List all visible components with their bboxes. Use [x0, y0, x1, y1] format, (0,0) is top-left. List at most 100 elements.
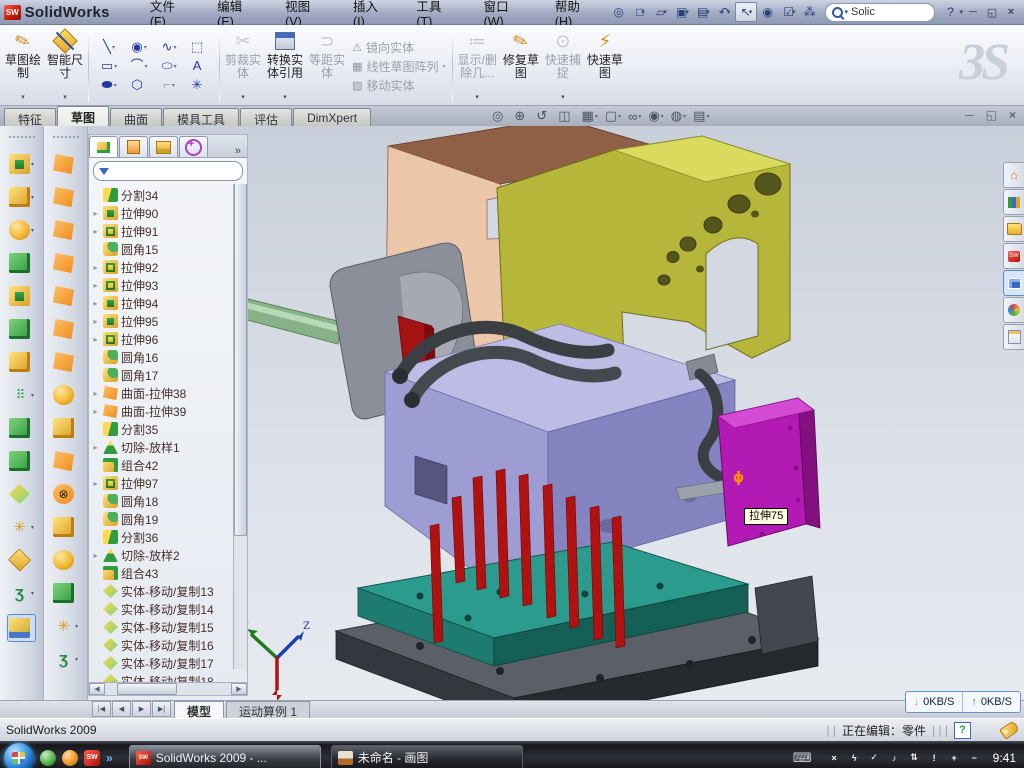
design-library-icon[interactable]	[1003, 189, 1024, 215]
tree-item[interactable]: ▸ 圆角19	[91, 510, 247, 528]
update-tray-icon[interactable]: ✓	[867, 750, 882, 765]
draft-icon[interactable]: ▾	[9, 350, 34, 374]
annotation-icon[interactable]: ▤▾	[693, 108, 709, 124]
hide-show-items-icon[interactable]: ∞▾	[628, 109, 641, 124]
volume-tray-icon[interactable]: ♪	[887, 750, 902, 765]
tree-item[interactable]: ▸ 拉伸95	[91, 312, 247, 330]
ellipse-tool[interactable]: ⬭▾	[154, 57, 184, 76]
polygon-tool[interactable]: ⬡▾	[124, 76, 154, 95]
fillet-tool[interactable]: ⌐▾	[154, 76, 184, 95]
tree-item[interactable]: ▸ 圆角18	[91, 492, 247, 510]
tree-filter-box[interactable]	[93, 161, 243, 181]
text-tool[interactable]: A▾	[184, 57, 214, 76]
tree-item[interactable]: ▸ 实体-移动/复制15	[91, 618, 247, 636]
select-icon[interactable]: ↖▾	[735, 2, 757, 22]
tab-surfaces[interactable]: 曲面	[110, 108, 162, 126]
tab-sketch[interactable]: 草图	[57, 106, 109, 126]
tab-nav-button[interactable]: ▶|	[152, 701, 171, 717]
bend-icon[interactable]: ▾	[53, 449, 78, 473]
instant3d-icon[interactable]: ▾	[9, 548, 34, 572]
keyboard-tray-icon[interactable]: ⌨	[793, 750, 812, 766]
offset-entities-button[interactable]: ⊃ 等距实 体	[306, 27, 348, 105]
network-tray-icon[interactable]: −	[967, 750, 982, 765]
custom-properties-icon[interactable]	[1003, 324, 1024, 350]
delete-face-icon[interactable]: ⊗▾	[53, 482, 78, 506]
display-delete-relations-button[interactable]: ≔ 显示/删 除几... ▾	[455, 27, 500, 105]
start-button[interactable]	[4, 743, 34, 768]
trim-entities-button[interactable]: ✂ 剪裁实 体 ▾	[222, 27, 264, 105]
zoom-fit-icon[interactable]: ◎▾	[492, 108, 507, 124]
tree-item[interactable]: ▸ 拉伸91	[91, 222, 247, 240]
configurationmanager-tab[interactable]	[149, 136, 178, 157]
search-box[interactable]: ▾ Solic	[825, 3, 935, 22]
fillet-icon[interactable]: ▾	[9, 218, 34, 242]
tree-item[interactable]: ▸ 实体-移动/复制17	[91, 654, 247, 672]
security-center-tray-icon[interactable]: ×	[827, 750, 842, 765]
surface-curve-icon[interactable]: ʒ▾	[53, 647, 78, 671]
help-caret-icon[interactable]: ▾	[959, 8, 963, 16]
tree-item[interactable]: ▸ 拉伸90	[91, 204, 247, 222]
tree-item[interactable]: ▸ 拉伸93	[91, 276, 247, 294]
tab-features[interactable]: 特征	[4, 108, 56, 126]
tree-item[interactable]: ▸ 曲面-拉伸39	[91, 402, 247, 420]
move-copy-body-icon[interactable]: ▾	[9, 482, 34, 506]
selection-box-tool[interactable]: ⬚▾	[184, 38, 214, 57]
tree-item[interactable]: ▸ 拉伸97	[91, 474, 247, 492]
swept-surface-icon[interactable]: ▾	[53, 218, 78, 242]
point-tool[interactable]: ✳▾	[184, 76, 214, 95]
tree-item[interactable]: ▸ 切除-放样1	[91, 438, 247, 456]
quick-snaps-button[interactable]: ⊙ 快速捕 捉 ▾	[542, 27, 584, 105]
circle-tool[interactable]: ◉▾	[124, 38, 154, 57]
tree-horizontal-scrollbar[interactable]: ◀ ▶	[89, 682, 247, 695]
linear-pattern-icon[interactable]: ⠿▾	[9, 383, 34, 407]
move-entities-button[interactable]: ▧移动实体▾	[352, 77, 445, 94]
tags-icon[interactable]	[999, 720, 1020, 740]
tab-mold-tools[interactable]: 模具工具	[163, 108, 239, 126]
antivirus-tray-icon[interactable]: ϟ	[847, 750, 862, 765]
planar-surface-icon[interactable]: ▾	[53, 350, 78, 374]
tree-item[interactable]: ▸ 实体-移动/复制13	[91, 582, 247, 600]
taskbar-solidworks-button[interactable]: SWSolidWorks 2009 - ...	[129, 745, 321, 768]
tab-dimxpert[interactable]: DimXpert	[293, 108, 371, 126]
knit-surface-icon[interactable]: ▾	[53, 515, 78, 539]
undo-icon[interactable]: ↶▾	[714, 3, 734, 21]
filter-icon[interactable]: ⁂▾	[800, 3, 820, 21]
pin-icon[interactable]: ◎▾	[609, 3, 629, 21]
search-input[interactable]: Solic	[851, 6, 875, 18]
traffic-light-icon[interactable]: ◉▾	[758, 3, 778, 21]
repair-sketch-button[interactable]: ✎ 修复草 图	[500, 27, 542, 105]
tree-item[interactable]: ▸ 圆角15	[91, 240, 247, 258]
search-caret-icon[interactable]: ▾	[844, 8, 848, 16]
propertymanager-tab[interactable]	[119, 136, 148, 157]
extruded-cut-icon[interactable]: ▾	[9, 185, 34, 209]
mirror-entities-button[interactable]: ⚠镜向实体▾	[352, 39, 445, 56]
spline-tool[interactable]: ∿▾	[154, 38, 184, 57]
tree-item[interactable]: ▸ 实体-移动/复制16	[91, 636, 247, 654]
tree-item[interactable]: ▸ 曲面-拉伸38	[91, 384, 247, 402]
tree-item[interactable]: ▸ 分割36	[91, 528, 247, 546]
section-view-icon[interactable]: ◫▾	[558, 108, 574, 124]
tree-item[interactable]: ▸ 切除-放样2	[91, 546, 247, 564]
health-tray-icon[interactable]: +	[947, 750, 962, 765]
tab-model[interactable]: 模型	[174, 701, 224, 718]
messenger-quick-icon[interactable]	[40, 750, 56, 766]
media-quick-icon[interactable]	[62, 750, 78, 766]
tab-nav-button[interactable]: ◀	[112, 701, 131, 717]
tree-item[interactable]: ▸ 实体-移动/复制18	[91, 672, 247, 682]
line-tool[interactable]: ╲▾	[94, 38, 124, 57]
print-icon[interactable]: ▤▾	[693, 3, 713, 21]
arc-tool[interactable]: ⌒▾	[124, 57, 154, 76]
tree-item[interactable]: ▸ 拉伸92	[91, 258, 247, 276]
shell-icon[interactable]: ▾	[9, 317, 34, 341]
measure-icon[interactable]: ▾	[7, 614, 36, 642]
slot-tool[interactable]: ⬬▾	[94, 76, 124, 95]
linear-sketch-pattern-button[interactable]: ▦线性草图阵列▾	[352, 58, 445, 75]
revolved-surface-icon[interactable]: ▾	[53, 185, 78, 209]
options-checklist-icon[interactable]: ☑▾	[779, 3, 799, 21]
new-file-icon[interactable]: □▾	[630, 3, 650, 21]
rapid-sketch-button[interactable]: ⚡ 快速草 图	[584, 27, 626, 105]
view-orientation-icon[interactable]: ▢▾	[605, 108, 621, 124]
dome-icon[interactable]: ▾	[53, 581, 78, 605]
swept-boss-icon[interactable]: ▾	[9, 251, 34, 275]
convert-entities-button[interactable]: 转换实 体引用 ▾	[264, 27, 306, 105]
